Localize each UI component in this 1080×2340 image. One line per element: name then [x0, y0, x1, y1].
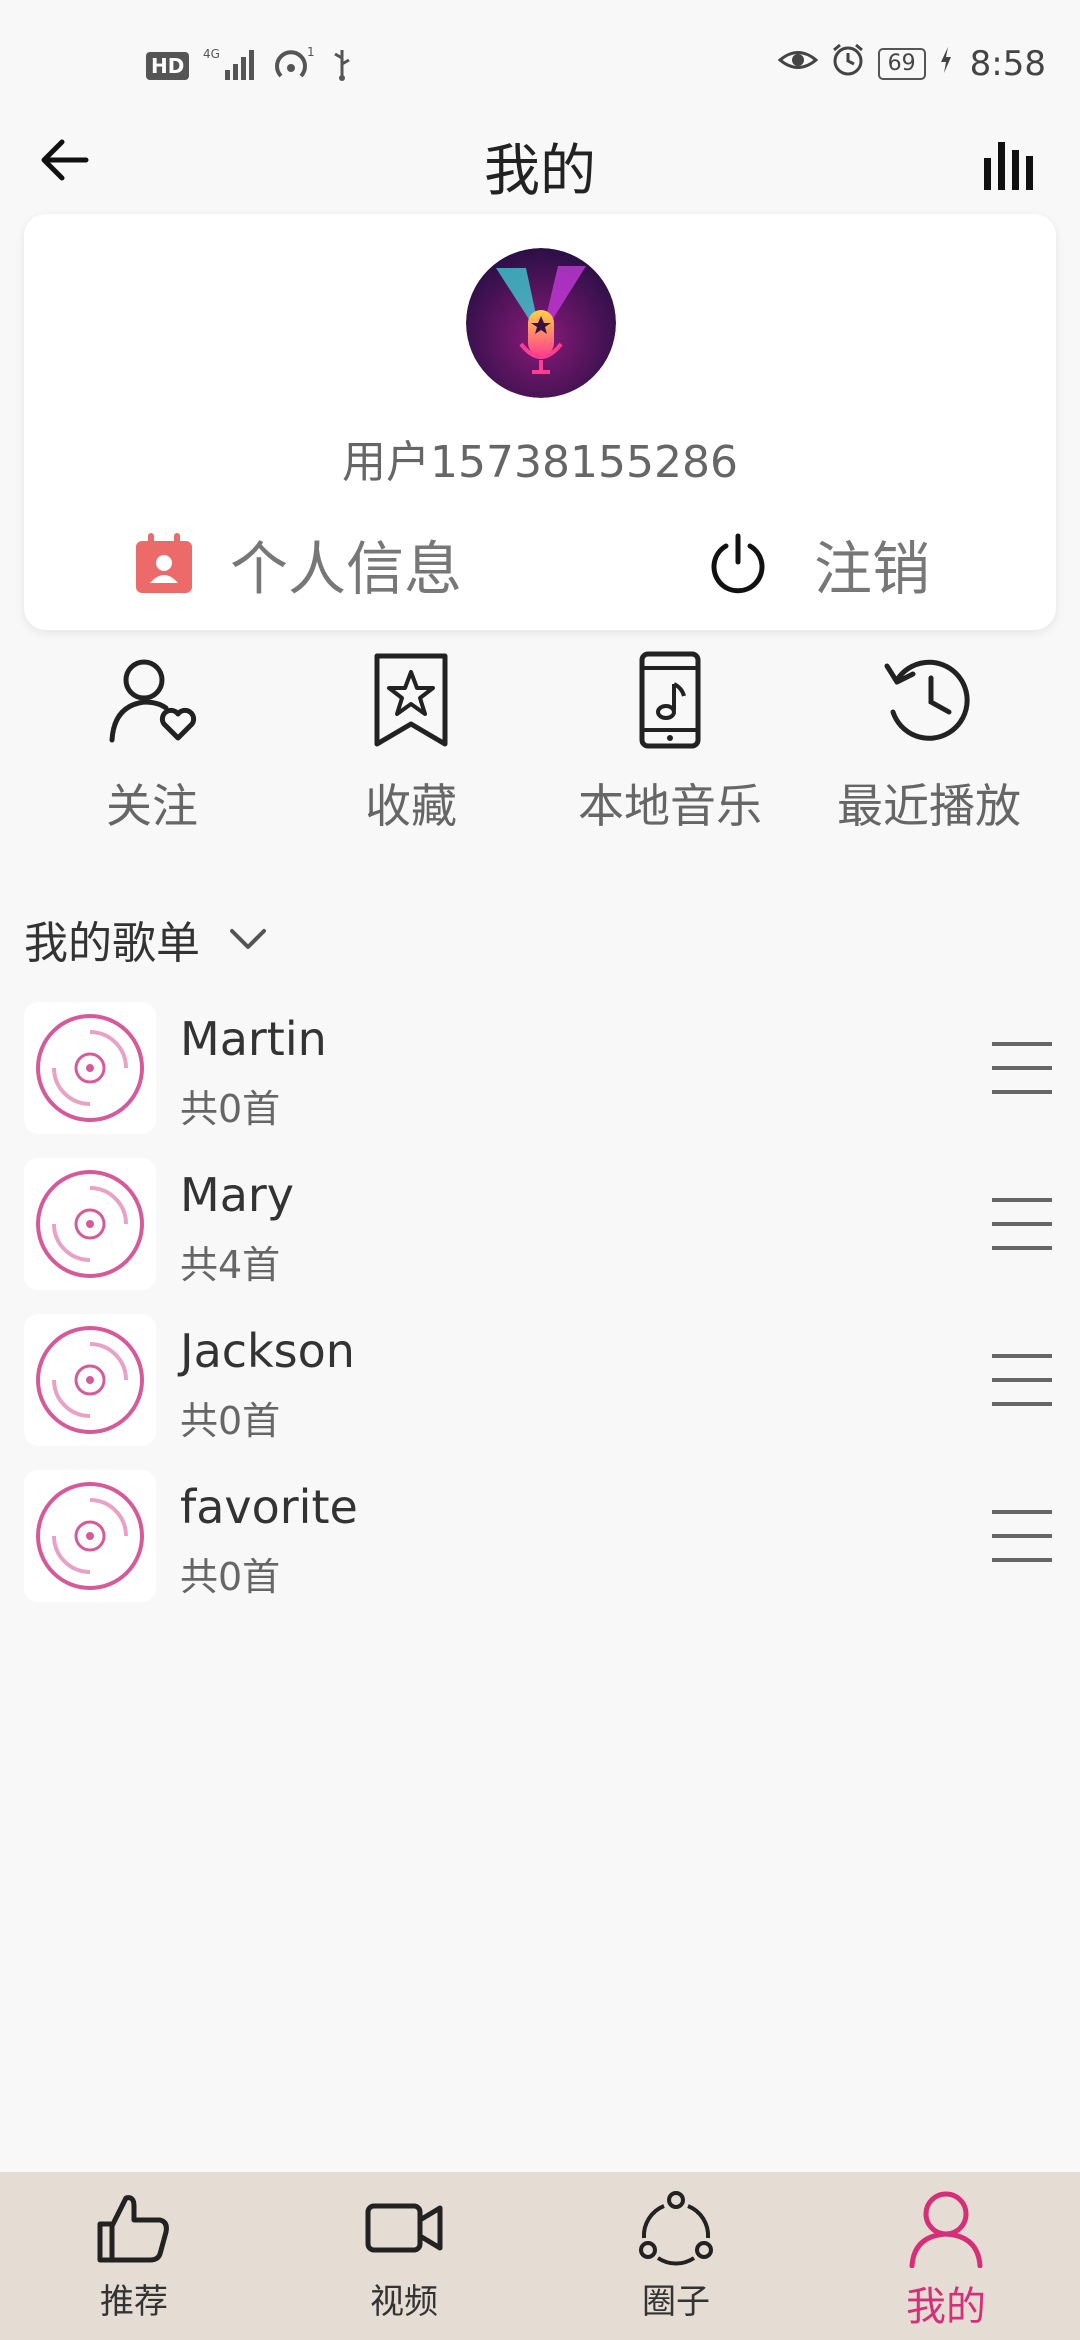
- signal-icon: 4G: [203, 46, 259, 86]
- equalizer-button[interactable]: [982, 136, 1042, 192]
- alarm-icon: [830, 42, 866, 87]
- username: 用户15738155286: [342, 437, 738, 488]
- playlist-section-title: 我的歌单: [24, 918, 200, 969]
- contact-card-icon: [136, 533, 192, 593]
- playlist-count: 共0首: [180, 1399, 281, 1443]
- playlist-name: favorite: [180, 1480, 358, 1534]
- quick-action-label: 收藏: [365, 779, 457, 833]
- quick-action-label: 本地音乐: [578, 779, 762, 833]
- nav-label: 我的: [906, 2284, 986, 2330]
- share-circle-icon: [639, 2191, 713, 2266]
- playlist-count: 共4首: [180, 1243, 281, 1287]
- playlist-cover: [24, 1470, 156, 1602]
- status-bar: HD 4G 1 69 8:58: [0, 0, 1080, 120]
- playlist-cover: [24, 1314, 156, 1446]
- profile-card: 用户15738155286 个人信息 注销: [24, 214, 1056, 630]
- svg-text:4G: 4G: [203, 47, 220, 61]
- thumbs-up-icon: [97, 2195, 169, 2263]
- playlist-count: 共0首: [180, 1555, 281, 1599]
- phone-music-icon: [639, 651, 701, 749]
- quick-actions: 关注 收藏 本地音乐 最近播放: [0, 650, 1080, 850]
- playlist-item[interactable]: Martin 共0首: [0, 1002, 1080, 1158]
- playlist-item[interactable]: Mary 共4首: [0, 1158, 1080, 1314]
- playlist-name: Jackson: [180, 1324, 355, 1378]
- nav-item-video[interactable]: 视频: [304, 2188, 504, 2323]
- equalizer-icon: [984, 142, 1033, 190]
- personal-info-button[interactable]: 个人信息: [134, 514, 462, 614]
- playlist-menu-button[interactable]: [990, 1038, 1054, 1098]
- nav-item-mine[interactable]: 我的: [846, 2188, 1046, 2332]
- battery-indicator: 69: [877, 48, 926, 80]
- quick-action-label: 关注: [106, 779, 198, 833]
- history-icon: [884, 659, 970, 741]
- nav-label: 推荐: [100, 2282, 168, 2322]
- user-icon: [909, 2191, 983, 2269]
- status-right: 69 8:58: [777, 42, 1046, 87]
- nav-item-circle[interactable]: 圈子: [576, 2188, 776, 2323]
- playlist-item[interactable]: Jackson 共0首: [0, 1314, 1080, 1470]
- clock: 8:58: [969, 44, 1046, 84]
- hamburger-menu-icon: [992, 1510, 1052, 1562]
- top-bar: 我的: [0, 120, 1080, 220]
- status-left: HD 4G 1: [146, 45, 353, 86]
- video-camera-icon: [365, 2203, 443, 2253]
- quick-action-label: 最近播放: [837, 779, 1021, 833]
- power-icon: [711, 533, 765, 594]
- quick-action-local-music[interactable]: 本地音乐: [540, 650, 800, 836]
- playlist-count: 共0首: [180, 1087, 281, 1131]
- quick-action-favorites[interactable]: 收藏: [281, 650, 541, 836]
- logout-label: 注销: [814, 535, 931, 603]
- chevron-down-icon: [230, 929, 266, 949]
- vinyl-disc-icon: [36, 1482, 144, 1590]
- svg-text:1: 1: [307, 46, 315, 59]
- vinyl-disc-icon: [36, 1014, 144, 1122]
- playlist-cover: [24, 1002, 156, 1134]
- vinyl-disc-icon: [36, 1326, 144, 1434]
- playlist-list: Martin 共0首 Mary 共4首 Jackson 共0首 favorite…: [0, 1002, 1080, 1626]
- playlist-name: Martin: [180, 1012, 327, 1066]
- hamburger-menu-icon: [992, 1042, 1052, 1094]
- app-logo-microphone-icon: [466, 248, 616, 398]
- playlist-menu-button[interactable]: [990, 1194, 1054, 1254]
- hotspot-icon: 1: [273, 45, 317, 86]
- page-title: 我的: [484, 139, 596, 204]
- nav-item-recommend[interactable]: 推荐: [34, 2188, 234, 2323]
- avatar[interactable]: [466, 248, 616, 398]
- hamburger-menu-icon: [992, 1198, 1052, 1250]
- vinyl-disc-icon: [36, 1170, 144, 1278]
- eye-icon: [777, 44, 818, 84]
- playlist-name: Mary: [180, 1168, 295, 1222]
- playlist-menu-button[interactable]: [990, 1350, 1054, 1410]
- personal-info-label: 个人信息: [230, 535, 463, 603]
- hamburger-menu-icon: [992, 1354, 1052, 1406]
- usb-icon: [331, 46, 353, 86]
- bottom-nav: 推荐 视频 圈子 我的: [0, 2172, 1080, 2340]
- playlist-item[interactable]: favorite 共0首: [0, 1470, 1080, 1626]
- logout-button[interactable]: 注销: [706, 514, 930, 614]
- bookmark-star-icon: [374, 653, 448, 747]
- nav-label: 圈子: [642, 2282, 710, 2322]
- nav-label: 视频: [370, 2282, 438, 2322]
- playlist-cover: [24, 1158, 156, 1290]
- playlist-menu-button[interactable]: [990, 1506, 1054, 1566]
- charging-icon: [938, 44, 954, 84]
- user-heart-icon: [109, 659, 197, 743]
- hd-badge: HD: [146, 52, 190, 80]
- quick-action-follow[interactable]: 关注: [22, 650, 282, 836]
- playlist-section-header[interactable]: 我的歌单: [24, 904, 268, 974]
- quick-action-recent[interactable]: 最近播放: [799, 650, 1059, 836]
